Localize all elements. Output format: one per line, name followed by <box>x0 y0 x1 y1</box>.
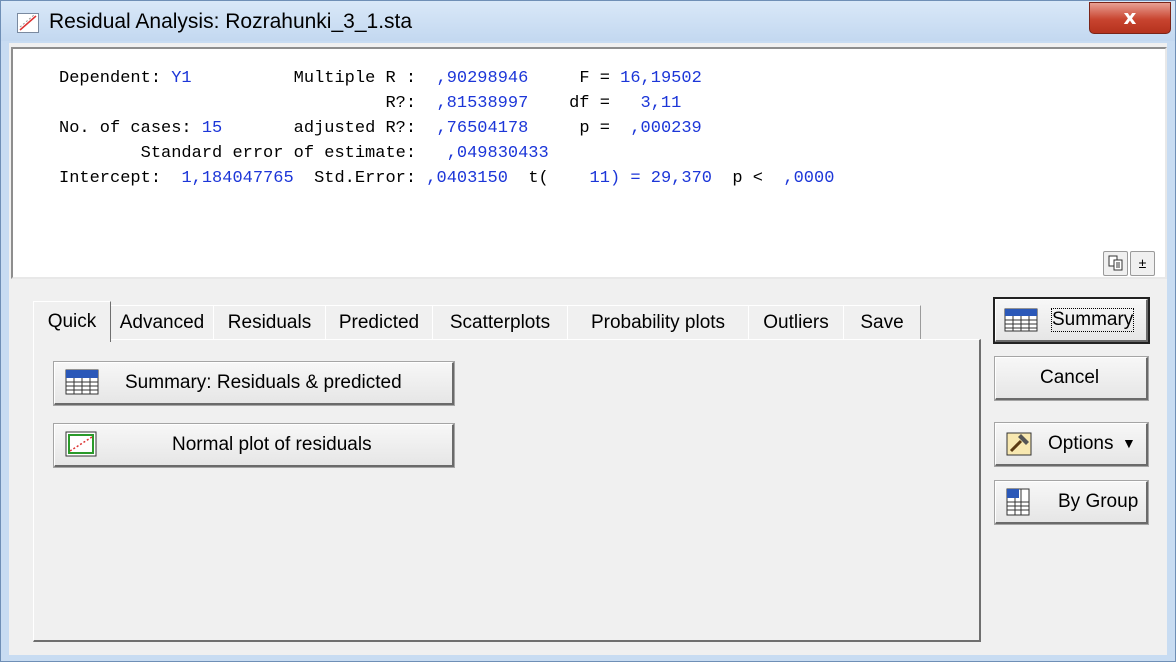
residual-analysis-window: Residual Analysis: Rozrahunki_3_1.sta x … <box>0 0 1176 662</box>
results-summary-panel: Dependent: Y1 Multiple R : ,90298946 F =… <box>11 47 1167 279</box>
cases-label: No. of cases: <box>59 119 192 138</box>
results-line-2: R?: ,81538997 df = 3,11 <box>59 94 681 113</box>
normal-plot-residuals-button[interactable]: Normal plot of residuals <box>54 424 454 467</box>
std-error-estimate-label: Standard error of estimate: <box>140 144 417 163</box>
intercept-value: 1,184047765 <box>181 169 294 188</box>
p-less-value: ,0000 <box>783 169 835 188</box>
by-group-icon <box>1006 488 1030 516</box>
by-group-button[interactable]: By Group <box>995 481 1148 524</box>
options-button[interactable]: Options ▼ <box>995 423 1148 466</box>
r-squared-label: R?: <box>385 94 417 113</box>
results-line-3: No. of cases: 15 adjusted R?: ,76504178 … <box>59 119 702 138</box>
summary-residuals-predicted-button[interactable]: Summary: Residuals & predicted <box>54 362 454 405</box>
results-line-4: Standard error of estimate: ,049830433 <box>59 144 549 163</box>
multiple-r-value: ,90298946 <box>436 69 529 88</box>
tab-save[interactable]: Save <box>843 305 921 340</box>
p-label: p = <box>579 119 610 138</box>
dependent-value: Y1 <box>171 69 192 88</box>
by-group-button-label: By Group <box>1058 491 1139 512</box>
summary-button-label: Summary <box>1050 308 1135 332</box>
cases-value: 15 <box>201 119 223 138</box>
t-value: 11) = 29,370 <box>589 169 712 188</box>
summary-table-icon <box>65 369 99 395</box>
cancel-button[interactable]: Cancel <box>995 357 1148 400</box>
multiple-r-label: Multiple R : <box>293 69 417 88</box>
chevron-down-icon: ▼ <box>1122 435 1136 451</box>
results-line-1: Dependent: Y1 Multiple R : ,90298946 F =… <box>59 69 702 88</box>
f-value: 16,19502 <box>620 69 702 88</box>
std-error-label: Std.Error: <box>314 169 417 188</box>
tab-quick[interactable]: Quick <box>33 301 111 342</box>
window-title: Residual Analysis: Rozrahunki_3_1.sta <box>49 10 413 33</box>
tab-predicted[interactable]: Predicted <box>325 305 433 340</box>
copy-results-button[interactable] <box>1103 251 1128 276</box>
normal-plot-icon <box>65 431 97 457</box>
options-hammer-icon <box>1006 432 1032 456</box>
f-label: F = <box>579 69 610 88</box>
collapse-results-button[interactable]: ± <box>1130 251 1155 276</box>
summary-residuals-predicted-label: Summary: Residuals & predicted <box>125 372 402 393</box>
tab-advanced[interactable]: Advanced <box>110 305 214 340</box>
dialog-client-area: Dependent: Y1 Multiple R : ,90298946 F =… <box>9 43 1167 655</box>
title-bar[interactable]: Residual Analysis: Rozrahunki_3_1.sta x <box>1 1 1175 41</box>
summary-button[interactable]: Summary <box>995 299 1148 342</box>
t-label: t( <box>528 169 549 188</box>
tab-residuals[interactable]: Residuals <box>213 305 326 340</box>
std-error-value: ,0403150 <box>426 169 508 188</box>
tab-probability-plots[interactable]: Probability plots <box>567 305 749 340</box>
p-value: ,000239 <box>630 119 702 138</box>
options-button-label: Options <box>1048 433 1114 454</box>
quick-tab-panel: Summary: Residuals & predicted Normal pl… <box>33 339 981 642</box>
df-label: df = <box>569 94 610 113</box>
std-error-estimate-value: ,049830433 <box>446 144 549 163</box>
adjusted-r-label: adjusted R?: <box>293 119 417 138</box>
summary-table-icon <box>1004 308 1038 332</box>
tab-scatterplots[interactable]: Scatterplots <box>432 305 568 340</box>
normal-plot-residuals-label: Normal plot of residuals <box>172 434 372 455</box>
tab-outliers[interactable]: Outliers <box>748 305 844 340</box>
r-squared-value: ,81538997 <box>436 94 529 113</box>
close-button[interactable]: x <box>1089 2 1171 34</box>
df-value: 3,11 <box>640 94 682 113</box>
results-line-5: Intercept: 1,184047765 Std.Error: ,04031… <box>59 169 834 188</box>
copy-icon <box>1108 255 1122 271</box>
cancel-button-label: Cancel <box>1040 367 1100 388</box>
intercept-label: Intercept: <box>59 169 162 188</box>
adjusted-r-value: ,76504178 <box>436 119 529 138</box>
p-less-label: p < <box>732 169 763 188</box>
dependent-label: Dependent: <box>59 69 162 88</box>
graph-app-icon <box>17 13 39 33</box>
